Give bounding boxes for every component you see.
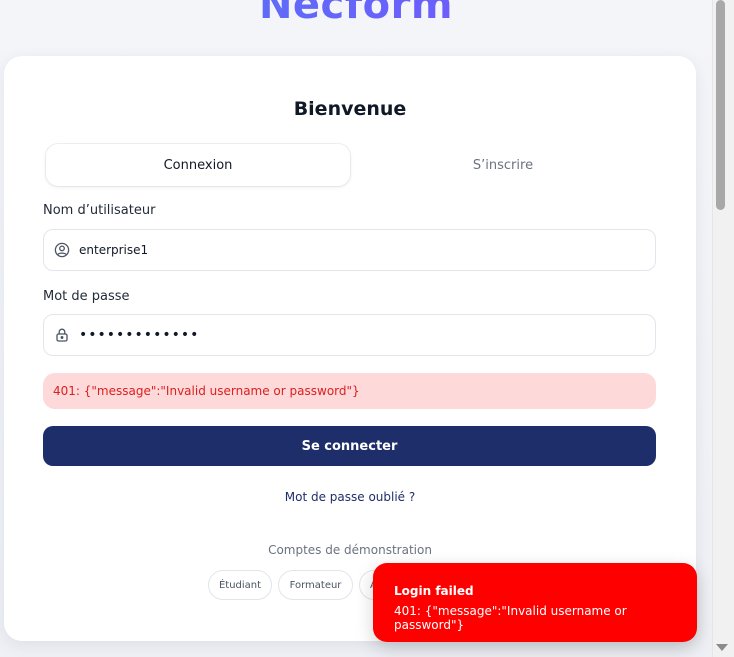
toast-message: 401: {"message":"Invalid username or pas… xyxy=(394,604,627,632)
username-value: enterprise1 xyxy=(79,243,149,257)
demo-accounts-title: Comptes de démonstration xyxy=(268,543,432,557)
toast-title: Login failed xyxy=(394,584,474,598)
scrollbar-thumb[interactable] xyxy=(716,0,725,210)
error-alert: 401: {"message":"Invalid username or pas… xyxy=(43,373,656,409)
forgot-password-link[interactable]: Mot de passe oublié ? xyxy=(4,490,696,504)
username-label: Nom d’utilisateur xyxy=(43,203,156,218)
user-circle-icon xyxy=(54,242,70,258)
error-toast[interactable]: Login failed 401: {"message":"Invalid us… xyxy=(373,563,697,642)
login-card: Bienvenue Connexion S’inscrire Nom d’uti… xyxy=(4,56,696,641)
password-label: Mot de passe xyxy=(43,289,130,304)
page-viewport: Necform Bienvenue Connexion S’inscrire N… xyxy=(0,0,712,657)
login-button[interactable]: Se connecter xyxy=(43,426,656,466)
scroll-down-arrow-icon[interactable] xyxy=(716,644,728,651)
vertical-scrollbar[interactable] xyxy=(712,0,734,657)
tab-register[interactable]: S’inscrire xyxy=(350,144,656,186)
card-title: Bienvenue xyxy=(293,98,407,120)
password-value: ••••••••••••• xyxy=(79,327,200,343)
auth-tabs: Connexion S’inscrire xyxy=(44,144,656,188)
brand-logo: Necform xyxy=(0,0,712,28)
demo-account-trainer[interactable]: Formateur xyxy=(278,570,353,600)
lock-icon xyxy=(54,327,70,343)
username-field[interactable]: enterprise1 xyxy=(43,229,656,271)
password-field[interactable]: ••••••••••••• xyxy=(43,314,656,356)
demo-account-student[interactable]: Étudiant xyxy=(208,570,272,600)
tab-login[interactable]: Connexion xyxy=(46,144,350,186)
